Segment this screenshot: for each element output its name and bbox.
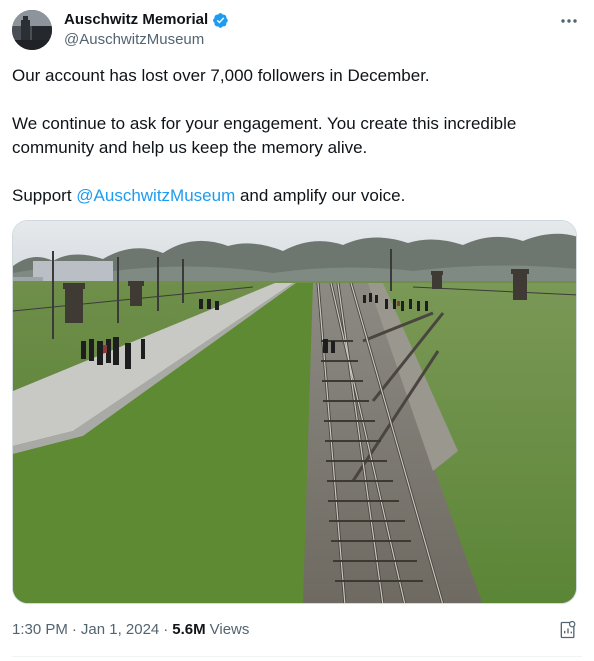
views-label: Views [209,621,250,638]
tweet-line-1: Our account has lost over 7,000 follower… [12,66,430,85]
more-options-button[interactable] [558,12,580,30]
tweet-line-3-suffix: and amplify our voice. [235,186,406,205]
verified-badge-icon[interactable] [212,12,229,29]
meta-separator: · [71,621,77,638]
more-horizontal-icon [561,19,577,23]
tweet-date[interactable]: Jan 1, 2024 [81,620,159,640]
tweet-line-3-prefix: Support [12,186,77,205]
views-count: 5.6M [172,621,206,638]
display-name[interactable]: Auschwitz Memorial [64,11,208,29]
avatar[interactable] [12,10,52,50]
tweet-time[interactable]: 1:30 PM [12,620,68,640]
avatar-image [12,10,52,50]
meta-separator-2: · [163,621,169,638]
mention-link[interactable]: @AuschwitzMuseum [76,186,235,205]
author-names: Auschwitz Memorial @AuschwitzMuseum [64,11,229,50]
tweet-line-2: We continue to ask for your engagement. … [12,114,517,157]
railway-photo [13,221,576,603]
divider [12,656,582,657]
tweet-text: Our account has lost over 7,000 follower… [12,64,578,208]
analytics-icon[interactable] [558,620,578,640]
tweet-line-3: Support @AuschwitzMuseum and amplify our… [12,184,578,208]
display-name-row: Auschwitz Memorial [64,11,229,29]
tweet-meta: 1:30 PM · Jan 1, 2024 · 5.6M Views [12,620,249,640]
tweet-header: Auschwitz Memorial @AuschwitzMuseum [12,10,582,50]
tweet-photo[interactable] [12,220,577,604]
handle[interactable]: @AuschwitzMuseum [64,30,229,50]
